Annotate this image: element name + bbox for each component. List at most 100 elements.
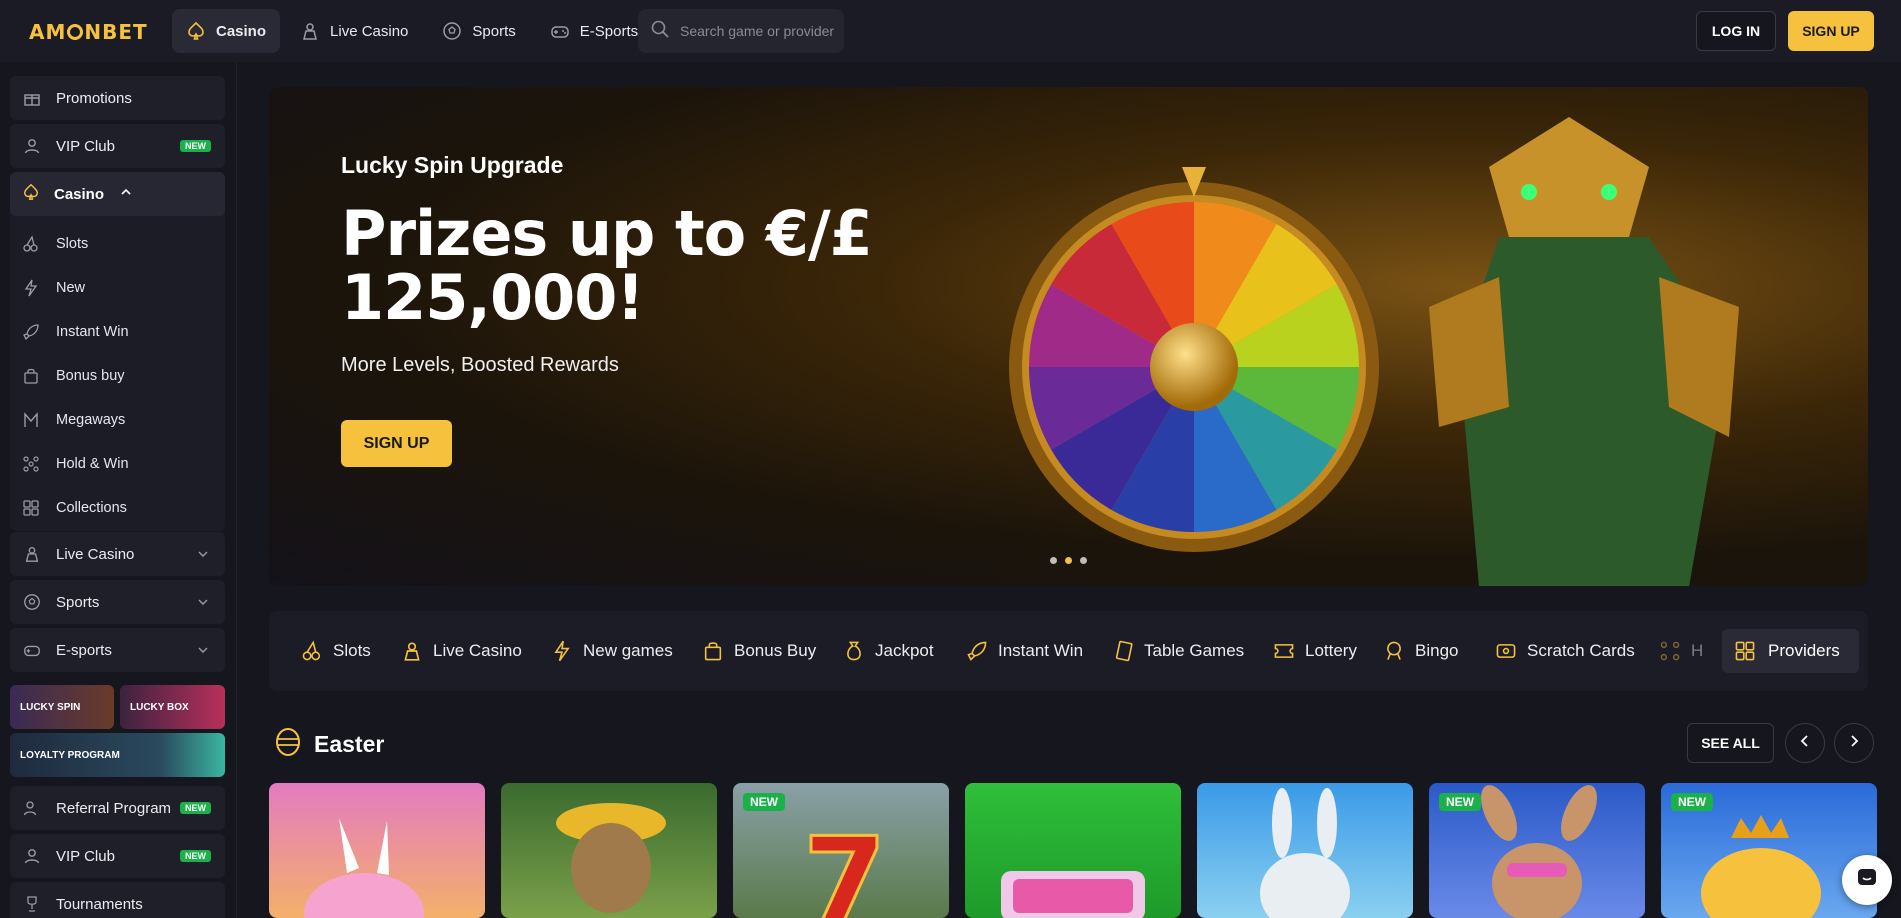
next-button[interactable] — [1834, 723, 1874, 763]
nav-esports[interactable]: E-Sports — [536, 9, 652, 53]
game-card[interactable] — [1197, 783, 1413, 918]
game-card[interactable]: NEW — [1661, 783, 1877, 918]
sidebar-sub-label: Hold & Win — [56, 456, 129, 472]
svg-text:7: 7 — [803, 813, 887, 918]
prev-button[interactable] — [1785, 723, 1825, 763]
sidebar-sub-hold-win[interactable]: Hold & Win — [22, 447, 222, 481]
nav-live-casino[interactable]: Live Casino — [286, 9, 422, 53]
nav-casino[interactable]: Casino — [172, 9, 281, 53]
see-all-button[interactable]: SEE ALL — [1687, 723, 1774, 763]
game-card[interactable]: 7 NEW — [733, 783, 949, 918]
sidebar-item-label: VIP Club — [56, 137, 115, 155]
sidebar-item-label: Promotions — [56, 89, 132, 107]
signup-button[interactable]: SIGN UP — [1788, 11, 1874, 51]
game-card[interactable] — [965, 783, 1181, 918]
sidebar-item-referral-program[interactable]: Referral Program NEW — [10, 786, 225, 830]
cards-icon — [1112, 640, 1134, 662]
category-slots[interactable]: Slots — [301, 611, 371, 691]
bonus-bag-icon — [22, 367, 40, 385]
providers-button[interactable]: Providers — [1722, 629, 1859, 673]
game-card[interactable] — [269, 783, 485, 918]
category-bingo[interactable]: Bingo — [1383, 611, 1458, 691]
lucky-spin-tile[interactable]: LUCKY SPIN — [10, 685, 114, 729]
search-box[interactable] — [638, 9, 844, 53]
sidebar-item-label: Sports — [56, 593, 100, 611]
sidebar-sub-instant-win[interactable]: Instant Win — [22, 315, 222, 349]
chevron-down-icon — [195, 642, 211, 658]
sidebar-sub-bonus-buy[interactable]: Bonus buy — [22, 359, 222, 393]
ticket-icon — [1273, 640, 1295, 662]
new-badge: NEW — [1439, 793, 1481, 811]
carousel-dot[interactable] — [1080, 557, 1087, 564]
live-chat-button[interactable] — [1842, 855, 1892, 905]
sidebar-sub-label: New — [56, 280, 86, 296]
new-badge: NEW — [1671, 793, 1713, 811]
carousel-dot-active[interactable] — [1065, 557, 1072, 564]
search-input[interactable] — [680, 23, 840, 39]
nav-sports[interactable]: Sports — [428, 9, 529, 53]
chevron-left-icon — [1798, 734, 1812, 753]
category-label: Instant Win — [998, 641, 1084, 660]
hero-signup-button[interactable]: SIGN UP — [341, 420, 452, 467]
loyalty-program-tile[interactable]: LOYALTY PROGRAM — [10, 733, 225, 777]
sidebar-casino-group: Casino Slots New Instant Win Bonus buy M… — [10, 172, 225, 531]
category-scratch-cards[interactable]: Scratch Cards — [1495, 611, 1635, 691]
category-label: Bonus Buy — [734, 641, 817, 660]
sidebar-sub-slots[interactable]: Slots — [22, 227, 222, 261]
spade-icon — [186, 21, 206, 41]
sidebar-item-live-casino[interactable]: Live Casino — [10, 532, 225, 576]
category-hold-win-partial[interactable]: H — [1659, 611, 1703, 691]
category-bar: Slots Live Casino New games Bonus Buy Ja… — [269, 611, 1868, 691]
category-table-games[interactable]: Table Games — [1112, 611, 1244, 691]
new-badge: NEW — [180, 850, 211, 862]
sidebar-item-esports[interactable]: E-sports — [10, 628, 225, 672]
sidebar-item-tournaments[interactable]: Tournaments — [10, 882, 225, 918]
chevron-down-icon — [195, 594, 211, 610]
sloth-thumbnail — [556, 803, 666, 913]
hero-banner[interactable]: Lucky Spin Upgrade Prizes up to €/£ 125,… — [269, 87, 1868, 586]
game-card[interactable]: NEW — [1429, 783, 1645, 918]
category-label: Bingo — [1415, 641, 1459, 660]
category-instant-win[interactable]: Instant Win — [966, 611, 1083, 691]
category-label: New games — [583, 641, 673, 660]
trophy-icon — [22, 894, 42, 914]
bonus-bag-icon — [702, 640, 724, 662]
rocket-icon — [966, 640, 988, 662]
soccer-ball-icon — [442, 21, 462, 41]
sidebar-item-sports[interactable]: Sports — [10, 580, 225, 624]
category-live-casino[interactable]: Live Casino — [401, 611, 522, 691]
nav-sports-label: Sports — [472, 22, 516, 40]
chevron-up-icon — [118, 184, 134, 204]
game-card[interactable] — [501, 783, 717, 918]
user-icon — [22, 136, 42, 156]
sidebar-item-vip-club-2[interactable]: VIP Club NEW — [10, 834, 225, 878]
rocket-icon — [22, 323, 40, 341]
sidebar-sub-label: Bonus buy — [56, 368, 125, 384]
sidebar-sub-label: Collections — [56, 500, 127, 516]
category-new-games[interactable]: New games — [551, 611, 673, 691]
sidebar-item-casino[interactable]: Casino — [10, 172, 225, 216]
amonbet-logo[interactable]: AM NBET — [29, 20, 148, 44]
lucky-box-tile[interactable]: LUCKY BOX — [120, 685, 225, 729]
carousel-dot[interactable] — [1050, 557, 1057, 564]
sidebar-sub-megaways[interactable]: Megaways — [22, 403, 222, 437]
sidebar-sub-collections[interactable]: Collections — [22, 491, 222, 525]
cherry-icon — [22, 235, 40, 253]
nav-live-casino-label: Live Casino — [330, 22, 409, 40]
category-jackpot[interactable]: Jackpot — [843, 611, 934, 691]
category-lottery[interactable]: Lottery — [1273, 611, 1357, 691]
category-label: Table Games — [1144, 641, 1245, 660]
scratch-card-icon — [1495, 640, 1517, 662]
sidebar-item-promotions[interactable]: Promotions — [10, 76, 225, 120]
bunny-piggy-thumbnail — [304, 818, 424, 918]
login-button[interactable]: LOG IN — [1696, 11, 1776, 51]
sidebar-sub-new[interactable]: New — [22, 271, 222, 305]
sidebar-item-label: Casino — [54, 185, 105, 203]
category-bonus-buy[interactable]: Bonus Buy — [702, 611, 816, 691]
gamepad-icon — [22, 640, 42, 660]
sidebar-item-vip-club[interactable]: VIP Club NEW — [10, 124, 225, 168]
category-label: H — [1691, 641, 1704, 660]
sidebar-sub-label: Instant Win — [56, 324, 129, 340]
sidebar-item-label: VIP Club — [56, 847, 115, 865]
users-icon — [22, 798, 42, 818]
